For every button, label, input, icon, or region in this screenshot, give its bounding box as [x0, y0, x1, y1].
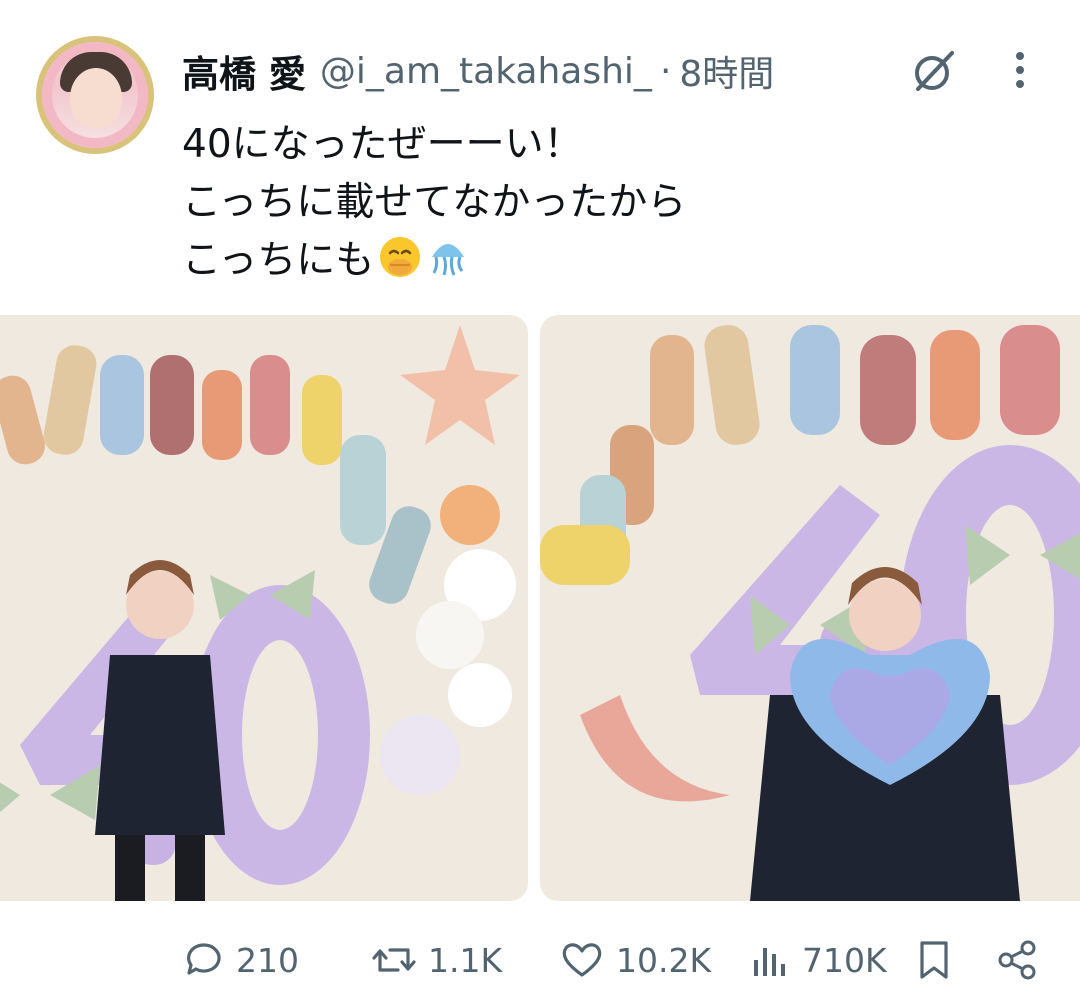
tweet-line-3: こっちにも	[182, 232, 1042, 290]
tweet-card: 高橋 愛 @i_am_takahashi_ · 8時間 40になったぜーーい！ …	[0, 0, 1080, 991]
like-button[interactable]: 10.2K	[560, 930, 711, 990]
share-button[interactable]	[996, 930, 1038, 990]
display-name[interactable]: 高橋 愛	[182, 44, 306, 98]
tweet-line-3-text: こっちにも	[182, 238, 375, 283]
repost-button[interactable]: 1.1K	[372, 930, 502, 990]
hand-over-mouth-emoji	[378, 235, 422, 279]
more-options-icon[interactable]	[1000, 44, 1040, 98]
tweet-photo-1[interactable]	[0, 315, 528, 901]
tweet-line-2: こっちに載せてなかったから	[182, 180, 687, 225]
avatar[interactable]	[36, 36, 154, 154]
reply-button[interactable]: 210	[184, 930, 299, 990]
separator-dot: ·	[659, 50, 672, 92]
bookmark-icon	[914, 939, 954, 981]
tweet-actions: 210 1.1K 10.2K 710K	[0, 930, 1080, 990]
grok-icon[interactable]	[906, 44, 960, 98]
like-count: 10.2K	[616, 940, 712, 980]
repost-icon	[372, 940, 416, 980]
bookmark-button[interactable]	[914, 930, 954, 990]
jellyfish-emoji	[426, 235, 470, 279]
tweet-photo-2[interactable]	[540, 315, 1080, 901]
tweet-text: 40になったぜーーい！ こっちに載せてなかったから こっちにも	[182, 116, 1042, 290]
reply-icon	[184, 940, 224, 980]
user-handle[interactable]: @i_am_takahashi_	[320, 51, 652, 92]
share-icon	[996, 939, 1038, 981]
repost-count: 1.1K	[428, 940, 503, 980]
tweet-header: 高橋 愛 @i_am_takahashi_ · 8時間	[182, 44, 774, 98]
views-button[interactable]: 710K	[750, 930, 887, 990]
tweet-line-1: 40になったぜーーい！	[182, 122, 583, 167]
like-icon	[560, 940, 604, 980]
reply-count: 210	[236, 940, 299, 980]
views-icon	[750, 940, 790, 980]
timestamp[interactable]: 8時間	[679, 45, 774, 97]
view-count: 710K	[802, 940, 887, 980]
